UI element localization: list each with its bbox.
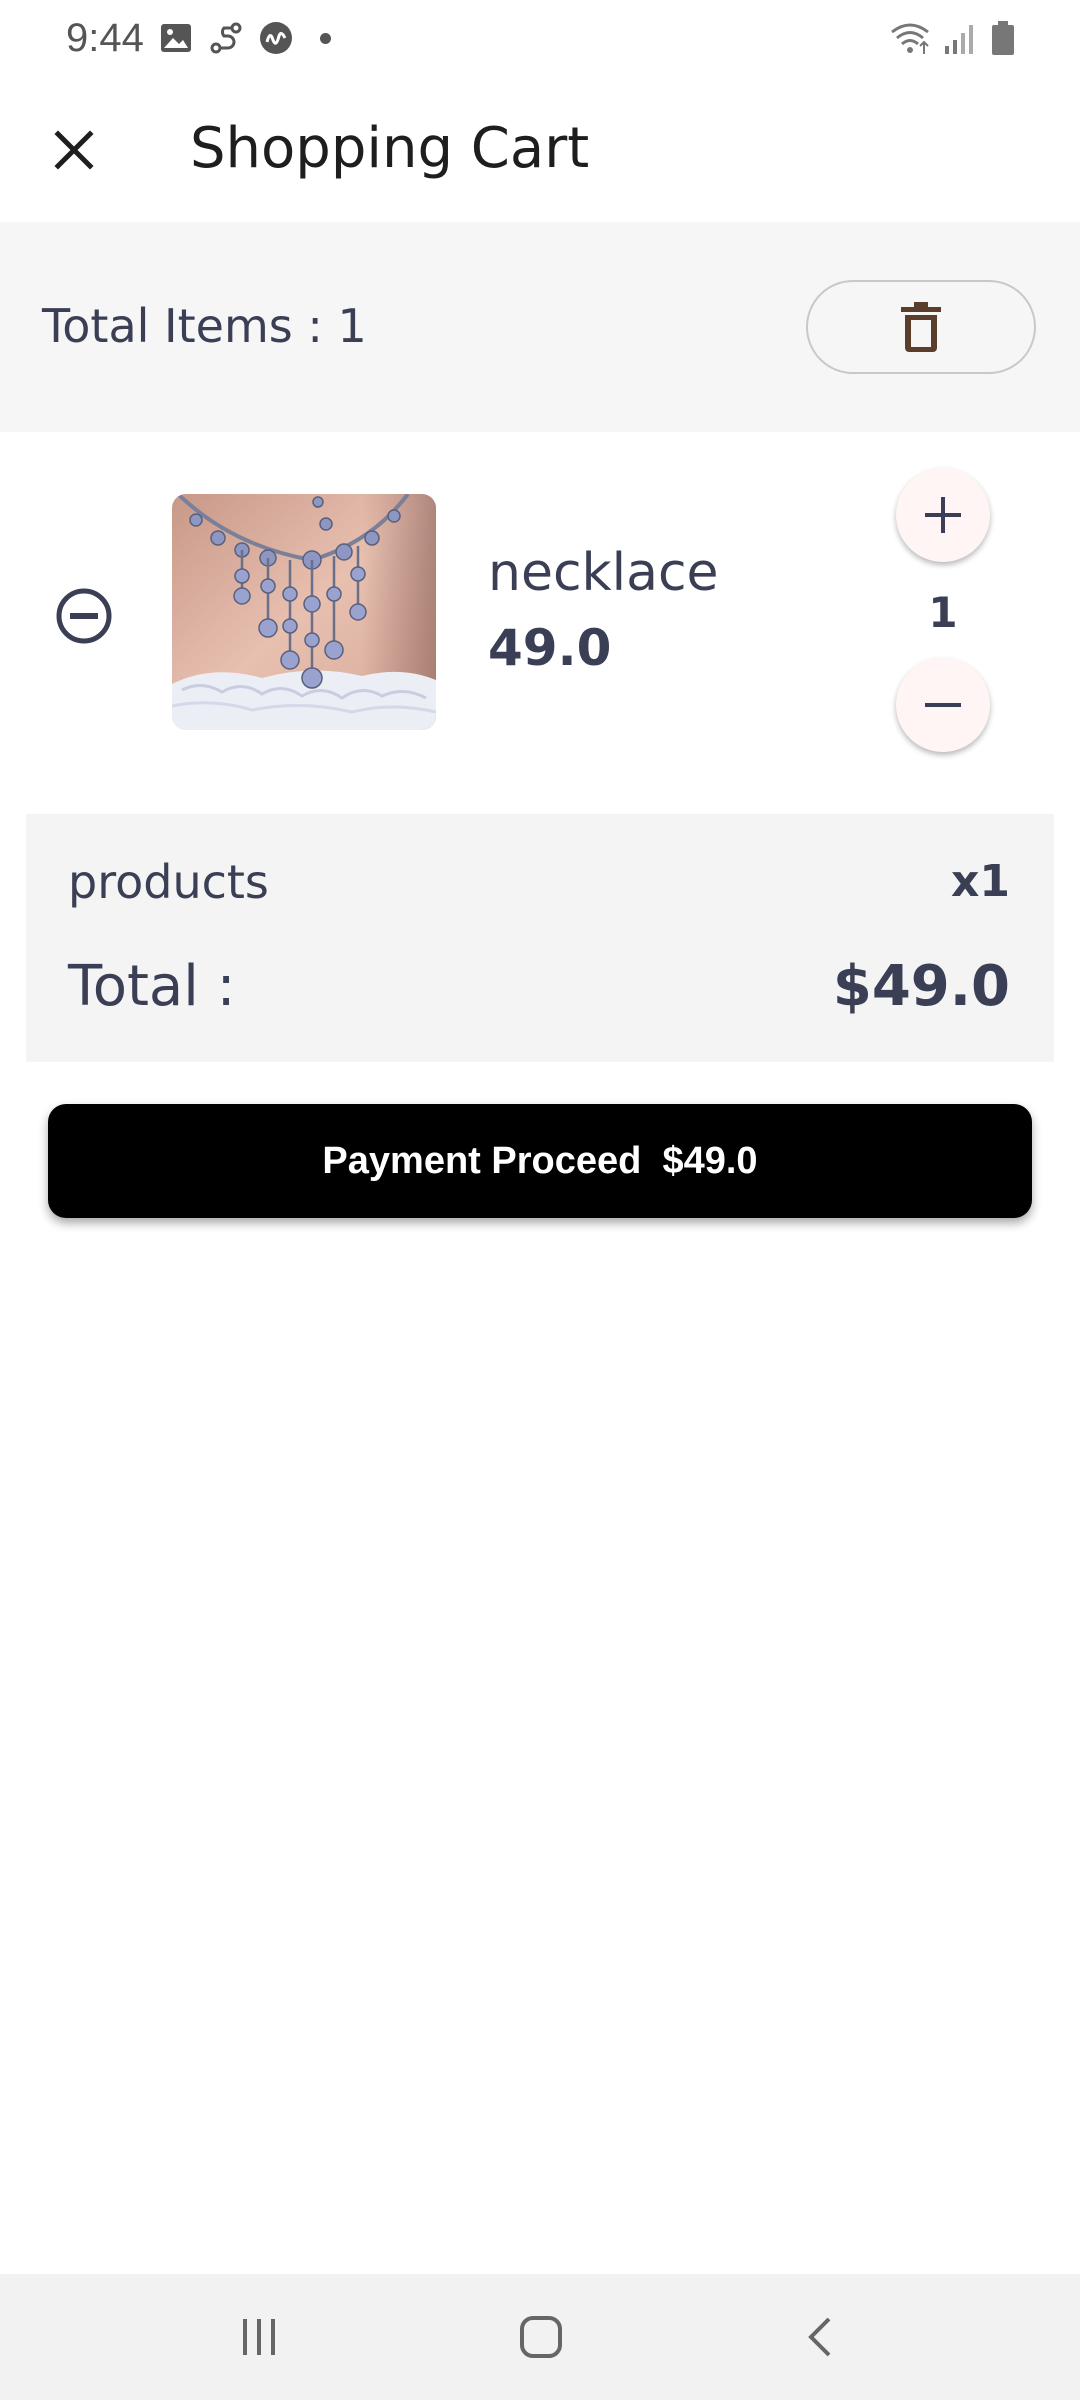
app-bar: Shopping Cart [0,76,1080,222]
product-image [172,494,436,730]
status-time: 9:44 [66,16,144,60]
order-summary: products x1 Total : $49.0 [26,814,1054,1062]
payment-proceed-button[interactable]: Payment Proceed $49.0 [48,1104,1032,1218]
battery-icon [992,21,1014,55]
necklace-product-image [172,494,436,730]
back-icon [808,2317,831,2357]
total-items-label: Total Items : 1 [42,299,367,353]
increase-quantity-button[interactable] [896,468,990,562]
home-button[interactable] [506,2304,576,2370]
product-price: 49.0 [488,619,612,677]
product-name: necklace [488,543,719,603]
clear-cart-button[interactable] [806,280,1036,374]
close-icon [54,130,94,170]
signal-icon [945,25,973,54]
wifi-icon [891,23,929,54]
plus-icon [925,497,961,533]
cart-item: necklace 49.0 1 [0,432,1080,814]
route-icon [210,22,242,54]
image-icon [161,24,191,52]
products-count: x1 [951,856,1010,907]
back-button[interactable] [786,2304,856,2370]
products-label: products [68,855,269,909]
remove-item-icon[interactable] [50,582,118,650]
quantity-value: 1 [928,588,958,637]
page-title: Shopping Cart [190,116,590,181]
minus-icon [925,703,961,707]
close-button[interactable] [36,112,112,188]
home-icon [520,2316,562,2358]
total-value: $49.0 [832,954,1010,1019]
system-nav-bar [0,2274,1080,2400]
dot-icon [320,33,331,44]
recent-apps-icon [243,2319,275,2355]
status-bar: 9:44 [0,0,1080,76]
total-label: Total : [68,954,236,1019]
app-icon [260,22,292,54]
decrease-quantity-button[interactable] [896,658,990,752]
recent-apps-button[interactable] [224,2304,294,2370]
trash-icon [901,302,941,352]
cart-header: Total Items : 1 [0,222,1080,432]
